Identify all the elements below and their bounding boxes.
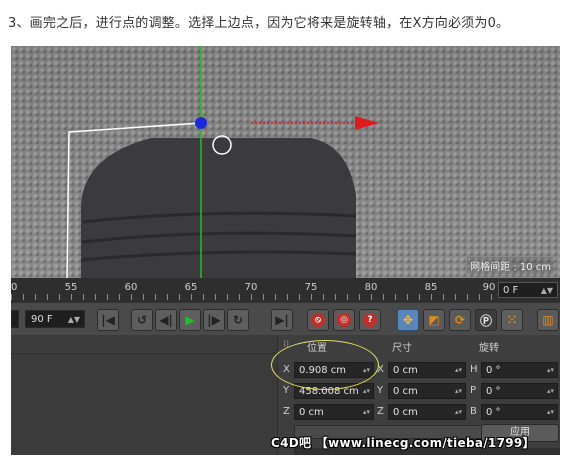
timeline-tick: 75 (304, 282, 318, 293)
next-key-button[interactable]: ↻ (227, 309, 249, 331)
rotation-axis-label: P (470, 385, 477, 396)
position-z-value: 0 cm (299, 407, 324, 418)
rotation-axis-label: B (470, 406, 477, 417)
play-button[interactable]: ▶ (179, 309, 201, 331)
size-x-value: 0 cm (393, 365, 418, 376)
skip-start-icon: |◀ (101, 313, 115, 327)
current-frame-value: 0 F (503, 285, 519, 296)
auto-key-button[interactable]: ◎ (333, 309, 355, 331)
spinner-icon: ▲▼ (67, 315, 80, 324)
rotation-h-value: 0 ° (486, 365, 501, 376)
scale-icon: ◩ (428, 313, 440, 327)
caption-text: 3、画完之后，进行点的调整。选择上边点，因为它将来是旋转轴，在X方向必须为0。 (8, 16, 510, 31)
position-z-field[interactable]: 0 cm ▴▾ (294, 404, 374, 420)
x-axis-arrow-icon[interactable] (355, 116, 379, 130)
timeline-tick: 70 (244, 282, 258, 293)
attributes-area (11, 335, 278, 455)
timeline-tick: 60 (124, 282, 138, 293)
previous-key-button[interactable]: ↺ (131, 309, 153, 331)
current-frame-field[interactable]: 0 F ▲▼ (498, 282, 558, 298)
auto-key-icon: ◎ (337, 313, 351, 327)
grid-points-button[interactable]: ⁙ (501, 309, 523, 331)
size-axis-label: Y (377, 385, 384, 396)
highlight-ellipse (271, 340, 379, 390)
timeline-ruler[interactable]: 50 55 60 65 70 75 80 85 90 0 F ▲▼ (11, 278, 560, 302)
film-strip-icon: ▥ (542, 313, 554, 327)
size-y-field[interactable]: 0 cm ▴▾ (388, 383, 466, 399)
step-back-icon: ◀| (159, 313, 173, 327)
rotate-tool-button[interactable]: ⟳ (449, 309, 471, 331)
end-frame-field[interactable]: 90 F ▲▼ (25, 310, 85, 328)
3d-viewport[interactable]: 网格间距 : 10 cm (11, 46, 560, 278)
end-frame-value: 90 F (31, 314, 53, 325)
rotate-icon: ⟳ (454, 313, 466, 327)
rotation-b-value: 0 ° (486, 407, 501, 418)
record-key-icon: ⦸ (311, 313, 325, 327)
next-frame-button[interactable]: |▶ (203, 309, 225, 331)
skip-end-icon: ▶| (275, 313, 289, 327)
selected-point[interactable] (195, 117, 207, 129)
rotation-b-field[interactable]: 0 ° ▴▾ (481, 404, 558, 420)
go-to-start-button[interactable]: |◀ (97, 309, 119, 331)
size-z-value: 0 cm (393, 407, 418, 418)
move-tool-button[interactable]: ✥ (397, 309, 419, 331)
step-forward-icon: |▶ (207, 313, 221, 327)
p-circle-icon: Ⓟ (479, 313, 492, 328)
viewport-scene (66, 46, 379, 278)
start-frame-field[interactable] (11, 310, 19, 328)
rotation-p-field[interactable]: 0 ° ▴▾ (481, 383, 558, 399)
position-axis-label: Z (283, 406, 290, 417)
timeline-tick: 50 (11, 282, 18, 293)
size-header: 尺寸 (392, 343, 412, 354)
size-axis-label: Z (377, 406, 384, 417)
film-strip-button[interactable]: ▥ (537, 309, 559, 331)
size-y-value: 0 cm (393, 386, 418, 397)
timeline-tick: 55 (64, 282, 78, 293)
dot-grid-icon: ⁙ (506, 313, 518, 327)
rotation-h-field[interactable]: 0 ° ▴▾ (481, 362, 558, 378)
rotation-p-value: 0 ° (486, 386, 501, 397)
timeline-tick: 65 (184, 282, 198, 293)
previous-frame-button[interactable]: ◀| (155, 309, 177, 331)
scale-tool-button[interactable]: ◩ (423, 309, 445, 331)
timeline-tick: 80 (364, 282, 378, 293)
grid-spacing-readout: 网格间距 : 10 cm (467, 257, 554, 274)
rotation-header: 旋转 (479, 343, 499, 354)
rotation-axis-label: H (470, 364, 478, 375)
move-arrows-icon: ✥ (402, 313, 414, 327)
forward-icon: ↻ (232, 313, 244, 327)
rewind-icon: ↺ (136, 313, 148, 327)
watermark-text: C4D吧 【www.linecg.com/tieba/1799】 (271, 436, 535, 450)
position-axis-label: Y (283, 385, 290, 396)
cinema4d-window: 网格间距 : 10 cm 50 55 60 65 70 75 80 85 90 … (11, 46, 560, 455)
record-keys-button[interactable]: ⦸ (307, 309, 329, 331)
key-help-button[interactable]: ? (359, 309, 381, 331)
size-x-field[interactable]: 0 cm ▴▾ (388, 362, 466, 378)
go-to-end-button[interactable]: ▶| (271, 309, 293, 331)
play-icon: ▶ (185, 313, 195, 327)
size-z-field[interactable]: 0 cm ▴▾ (388, 404, 466, 420)
timeline-tick: 85 (424, 282, 438, 293)
timeline-scale (11, 294, 495, 300)
spinner-icon: ▲▼ (540, 286, 553, 295)
timeline-tick: 90 (482, 282, 496, 293)
playback-toolbar: 90 F ▲▼ |◀ ↺ ◀| ▶ |▶ ↻ ▶| ⦸ ◎ ? ✥ ◩ ⟳ Ⓟ … (11, 302, 560, 335)
parameter-button[interactable]: Ⓟ (475, 309, 497, 331)
question-icon: ? (363, 313, 377, 327)
